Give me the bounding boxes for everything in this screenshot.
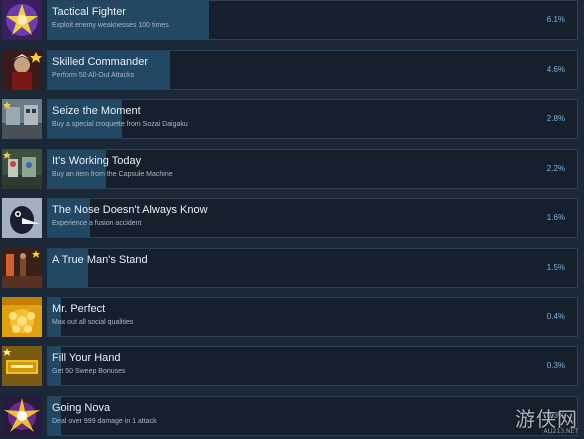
gold-banner-icon [2,346,42,386]
achievement-description: Perform 50 All-Out Attacks [52,72,135,79]
achievement-title: A True Man's Stand [52,254,148,266]
achievement-row[interactable]: Skilled Commander Perform 50 All-Out Atta… [0,50,580,94]
achievement-description: Deal over 999 damage in 1 attack [52,418,157,425]
achievement-panel: Fill Your Hand Get 50 Sweep Bonuses 0.3% [47,346,578,386]
watermark-url: ALI213.NET [543,428,578,435]
achievement-panel: The Nose Doesn't Always Know Experience a… [47,198,578,238]
achievement-description: Experience a fusion accident [52,220,142,227]
achievement-title: Seize the Moment [52,105,141,117]
capsule-machine-icon [2,149,42,189]
achievement-row[interactable]: Seize the Moment Buy a special croquette … [0,99,580,143]
status-chart-icon [2,297,42,337]
achievement-list: Tactical Fighter Exploit enemy weaknesses… [0,0,584,439]
achievement-title: Going Nova [52,402,111,414]
achievement-row[interactable]: Tactical Fighter Exploit enemy weaknesses… [0,0,580,44]
achievement-title: It's Working Today [52,155,142,167]
unlock-percent: 0.3% [546,361,565,370]
commander-portrait-icon [2,50,42,90]
achievement-description: Buy an item from the Capsule Machine [52,171,173,178]
achievement-title: The Nose Doesn't Always Know [52,204,208,216]
room-scene-icon [2,248,42,288]
achievement-row[interactable]: It's Working Today Buy an item from the C… [0,149,580,193]
achievement-panel: Seize the Moment Buy a special croquette … [47,99,578,139]
nova-burst-icon [2,396,42,436]
achievement-title: Skilled Commander [52,56,148,68]
street-scene-icon [2,99,42,139]
achievement-panel: Skilled Commander Perform 50 All-Out Atta… [47,50,578,90]
achievement-panel: Going Nova Deal over 999 damage in 1 atta… [47,396,578,436]
achievement-panel: It's Working Today Buy an item from the C… [47,149,578,189]
purple-star-portrait-icon [2,0,42,40]
achievement-description: Get 50 Sweep Bonuses [52,368,126,375]
unlock-percent: 2.8% [546,114,565,123]
achievement-title: Fill Your Hand [52,352,121,364]
unlock-percent: 1.5% [546,263,565,272]
unlock-percent: 1.6% [546,213,565,222]
achievement-description: Max out all social qualities [52,319,134,326]
achievement-row[interactable]: A True Man's Stand 1.5% [0,248,580,292]
unlock-percent: 4.6% [546,65,565,74]
achievement-title: Mr. Perfect [52,303,106,315]
unlock-percent: 2.2% [546,164,565,173]
achievement-title: Tactical Fighter [52,6,126,18]
achievement-panel: Mr. Perfect Max out all social qualities 0… [47,297,578,337]
site-watermark: 游侠网 ALI213.NET [512,403,578,435]
achievement-row[interactable]: Mr. Perfect Max out all social qualities 0… [0,297,580,341]
achievement-row[interactable]: Going Nova Deal over 999 damage in 1 atta… [0,396,580,439]
unlock-percent: 6.1% [546,15,565,24]
achievement-row[interactable]: The Nose Doesn't Always Know Experience a… [0,198,580,242]
achievement-description: Exploit enemy weaknesses 100 times [52,22,169,29]
achievement-row[interactable]: Fill Your Hand Get 50 Sweep Bonuses 0.3% [0,346,580,390]
achievement-panel: A True Man's Stand 1.5% [47,248,578,288]
achievement-panel: Tactical Fighter Exploit enemy weaknesses… [47,0,578,40]
achievement-description: Buy a special croquette from Sozai Daiga… [52,121,188,128]
unlock-percent: 0.4% [546,312,565,321]
long-nose-portrait-icon [2,198,42,238]
